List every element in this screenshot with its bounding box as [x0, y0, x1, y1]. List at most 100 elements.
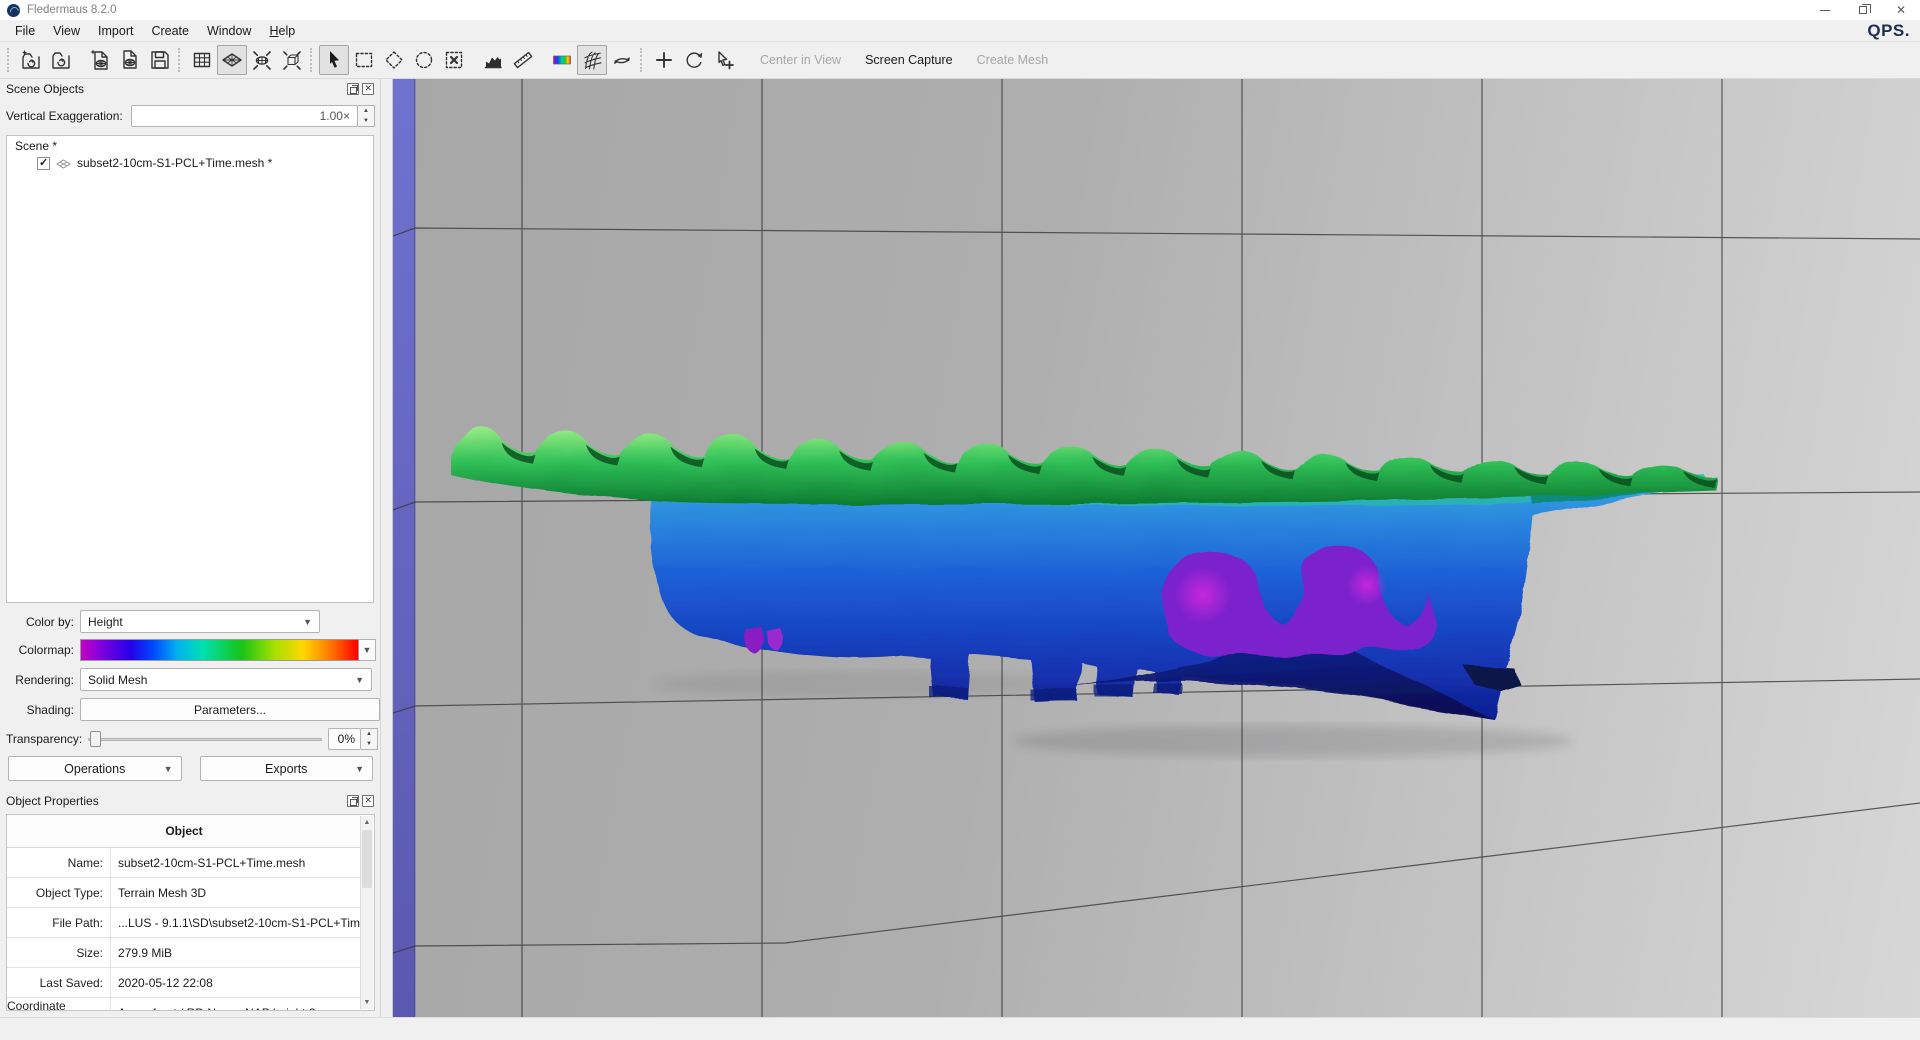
exports-button[interactable]: Exports▼	[200, 756, 374, 781]
close-panel-icon[interactable]	[362, 83, 374, 95]
colormap-icon[interactable]	[547, 45, 577, 75]
slider-handle[interactable]	[90, 731, 101, 747]
fit-mesh-extents-icon[interactable]	[247, 45, 277, 75]
table-row: File Path: ...LUS - 9.1.1\SD\subset2-10c…	[7, 908, 361, 938]
screen-capture-button[interactable]: Screen Capture	[853, 53, 965, 67]
scroll-up-icon[interactable]: ▲	[361, 816, 373, 829]
colormap-gradient-bar[interactable]	[80, 639, 359, 661]
app-icon	[7, 4, 20, 17]
center-in-view-button[interactable]: Center in View	[748, 53, 853, 67]
scene-tree-item[interactable]: subset2-10cm-S1-PCL+Time.mesh *	[7, 153, 373, 170]
polygon-select-icon[interactable]	[379, 45, 409, 75]
menu-help[interactable]: Help	[260, 21, 304, 41]
colormap-dropdown-icon[interactable]: ▼	[359, 639, 376, 661]
window-title: Fledermaus 8.2.0	[27, 4, 117, 16]
toolbar-handle	[7, 48, 11, 72]
object-properties-header: Object Properties	[0, 791, 380, 811]
measure-ruler-icon[interactable]	[508, 45, 538, 75]
scrollbar-thumb[interactable]	[362, 830, 372, 888]
refresh-icon[interactable]	[679, 45, 709, 75]
menu-view[interactable]: View	[44, 21, 89, 41]
mesh-grid-icon[interactable]	[577, 45, 607, 75]
toolbar-separator	[310, 48, 314, 72]
minimize-icon[interactable]	[1806, 0, 1844, 20]
clear-selection-icon[interactable]	[439, 45, 469, 75]
window-controls: ✕	[1806, 0, 1920, 20]
table-header: Object	[7, 815, 361, 848]
pointer-select-icon[interactable]	[319, 45, 349, 75]
add-icon[interactable]	[649, 45, 679, 75]
surface-view-icon[interactable]	[217, 45, 247, 75]
float-panel-icon[interactable]	[347, 83, 359, 95]
add-pick-icon[interactable]	[709, 45, 739, 75]
status-bar	[0, 1017, 1920, 1039]
shading-parameters-button[interactable]: Parameters...	[80, 698, 380, 721]
transparency-spinner[interactable]: ▲▼	[361, 728, 378, 750]
toolbar-separator	[178, 48, 182, 72]
terrain-mesh	[451, 428, 1717, 719]
object-properties-table: Object Name: subset2-10cm-S1-PCL+Time.me…	[6, 814, 375, 1011]
operations-button[interactable]: Operations▼	[8, 756, 182, 781]
transparency-slider[interactable]	[88, 728, 322, 750]
vertical-exaggeration-row: Vertical Exaggeration: 1.00× ▲▼	[6, 105, 375, 127]
table-scrollbar[interactable]: ▲ ▼	[360, 816, 373, 1009]
transparency-row: Transparency: 0% ▲▼	[6, 728, 378, 750]
menu-file[interactable]: File	[6, 21, 44, 41]
create-mesh-button[interactable]: Create Mesh	[965, 53, 1061, 67]
open-scene-icon[interactable]	[46, 45, 76, 75]
vertical-exaggeration-label: Vertical Exaggeration:	[6, 109, 123, 123]
table-row: Coordinate System: Amersfoort / RD New +…	[7, 998, 361, 1011]
toolbar-separator	[640, 48, 644, 72]
grid-view-icon[interactable]	[187, 45, 217, 75]
close-icon[interactable]: ✕	[1882, 0, 1920, 20]
transparency-value-input[interactable]: 0%	[328, 728, 361, 750]
mesh-green-ridge	[451, 428, 1717, 505]
new-scene-icon[interactable]	[16, 45, 46, 75]
title-bar: Fledermaus 8.2.0 ✕	[0, 0, 1920, 20]
open-object-file-icon[interactable]	[115, 45, 145, 75]
vertical-exaggeration-spinner[interactable]: ▲▼	[358, 105, 375, 127]
scene-tree: Scene * subset2-10cm-S1-PCL+Time.mesh *	[6, 135, 374, 603]
rectangle-select-icon[interactable]	[349, 45, 379, 75]
histogram-icon[interactable]	[478, 45, 508, 75]
maximize-icon[interactable]	[1844, 0, 1882, 20]
visibility-checkbox[interactable]	[37, 157, 50, 170]
colormap-label: Colormap:	[6, 643, 74, 657]
mesh-shadow	[1013, 725, 1573, 757]
actions-row: Operations▼ Exports▼	[8, 756, 373, 781]
panel-splitter[interactable]	[381, 79, 393, 1017]
scene-tree-item-label: subset2-10cm-S1-PCL+Time.mesh *	[77, 156, 272, 170]
shading-label: Shading:	[6, 703, 74, 717]
menu-window[interactable]: Window	[198, 21, 260, 41]
qps-logo: QPS.	[1867, 21, 1910, 41]
table-row: Name: subset2-10cm-S1-PCL+Time.mesh	[7, 848, 361, 878]
chevron-down-icon: ▼	[355, 675, 364, 685]
color-by-dropdown[interactable]: Height▼	[80, 610, 320, 633]
rendering-dropdown[interactable]: Solid Mesh▼	[80, 668, 372, 691]
scene-tree-root[interactable]: Scene *	[7, 136, 373, 153]
menu-create[interactable]: Create	[142, 21, 198, 41]
save-icon[interactable]	[145, 45, 175, 75]
vertical-exaggeration-input[interactable]: 1.00×	[131, 105, 358, 127]
float-panel-icon[interactable]	[347, 795, 359, 807]
menu-import[interactable]: Import	[89, 21, 142, 41]
table-row: Size: 279.9 MiB	[7, 938, 361, 968]
close-panel-icon[interactable]	[362, 795, 374, 807]
scene-objects-header: Scene Objects	[0, 79, 380, 99]
scroll-down-icon[interactable]: ▼	[361, 996, 373, 1009]
scene-wall-strip	[393, 79, 415, 1017]
terrain-scene	[393, 79, 1920, 1017]
colormap-row: Colormap: ▼	[6, 639, 376, 661]
chevron-down-icon: ▼	[164, 764, 173, 774]
orbit-rotate-icon[interactable]	[607, 45, 637, 75]
app-window: Fledermaus 8.2.0 ✕ File View Import Crea…	[0, 0, 1920, 1040]
3d-viewport[interactable]	[393, 79, 1920, 1017]
rendering-row: Rendering: Solid Mesh▼	[6, 668, 372, 691]
new-object-file-icon[interactable]	[85, 45, 115, 75]
transparency-label: Transparency:	[6, 732, 82, 746]
menu-bar: File View Import Create Window Help QPS.	[0, 20, 1920, 42]
object-properties-title: Object Properties	[6, 794, 99, 808]
lasso-select-icon[interactable]	[409, 45, 439, 75]
mesh-object-icon	[56, 158, 71, 168]
fit-cube-extents-icon[interactable]	[277, 45, 307, 75]
